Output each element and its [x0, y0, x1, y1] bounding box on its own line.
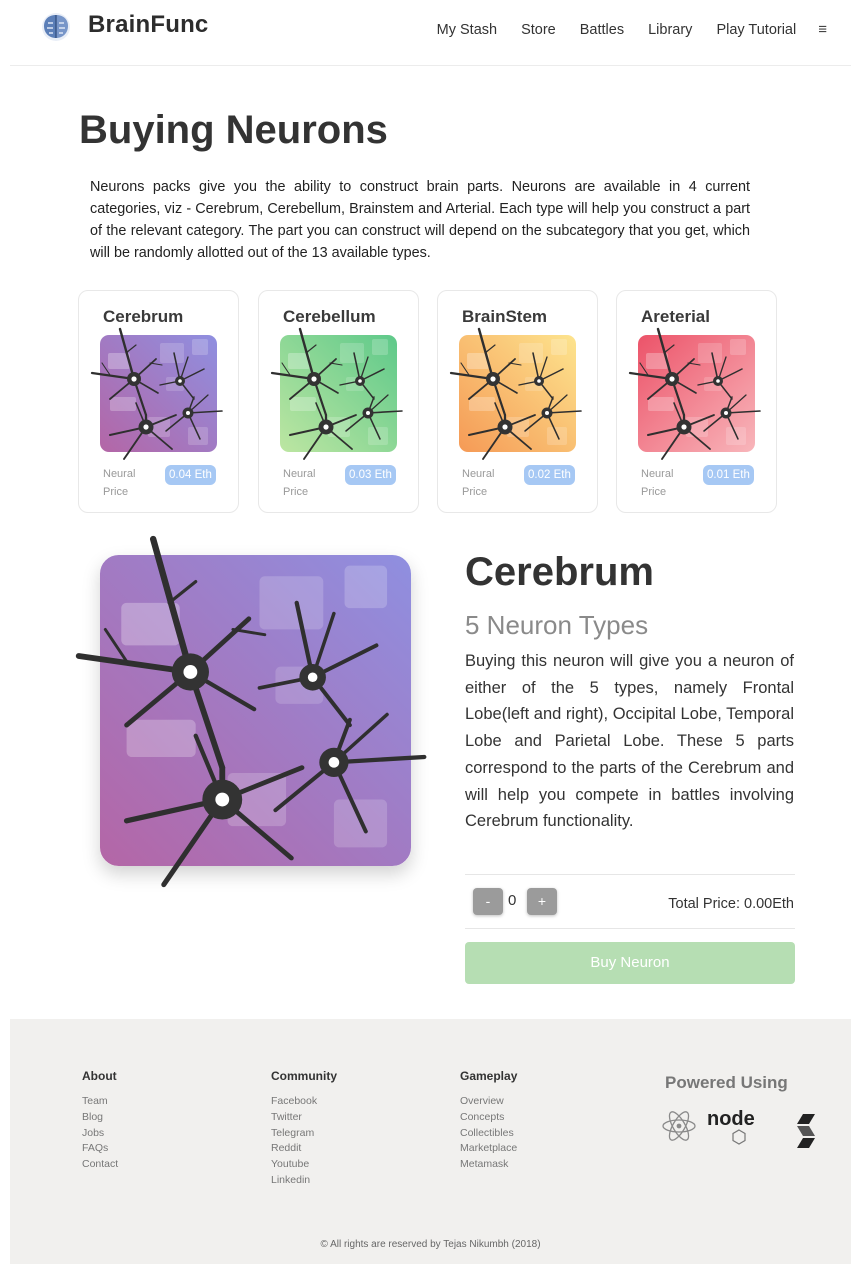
- solidity-icon: [797, 1114, 815, 1148]
- nav-play-tutorial[interactable]: Play Tutorial: [716, 22, 796, 38]
- neuron-image: [270, 327, 404, 461]
- detail-description: Buying this neuron will give you a neuro…: [465, 652, 794, 831]
- divider: [465, 928, 795, 929]
- neural-price-label: Neural Price: [103, 468, 136, 498]
- page-title: Buying Neurons: [79, 108, 388, 152]
- price-badge: 0.03 Eth: [345, 465, 396, 485]
- card-title: Cerebellum: [283, 307, 376, 326]
- top-navbar: BrainFunc My Stash Store Battles Library…: [10, 0, 851, 66]
- footer-link-metamask[interactable]: Metamask: [460, 1157, 517, 1173]
- footer-link-overview[interactable]: Overview: [460, 1094, 517, 1110]
- neuron-image: [449, 327, 583, 461]
- nav-battles[interactable]: Battles: [580, 22, 624, 38]
- neural-price-label: Neural Price: [283, 468, 316, 498]
- intro-paragraph: Neurons packs give you the ability to co…: [90, 179, 750, 261]
- footer-heading: Community: [271, 1069, 337, 1083]
- footer-link-marketplace[interactable]: Marketplace: [460, 1141, 517, 1157]
- quantity-value: 0: [508, 892, 517, 909]
- hamburger-menu-icon[interactable]: ≡: [818, 21, 827, 38]
- card-title: Areterial: [641, 307, 710, 326]
- card-title: BrainStem: [462, 307, 548, 326]
- neuron-card-brainstem[interactable]: BrainStem Neural Price 0.02 Eth: [437, 290, 598, 513]
- footer-link-jobs[interactable]: Jobs: [82, 1126, 118, 1142]
- brand-name[interactable]: BrainFunc: [88, 11, 208, 39]
- buy-neuron-button[interactable]: Buy Neuron: [465, 942, 795, 984]
- footer: About Team Blog Jobs FAQs Contact Commun…: [10, 1019, 851, 1264]
- neural-price-label: Neural Price: [462, 468, 495, 498]
- nav-store[interactable]: Store: [521, 22, 556, 38]
- decrement-button[interactable]: -: [473, 888, 503, 915]
- footer-link-youtube[interactable]: Youtube: [271, 1157, 337, 1173]
- footer-link-concepts[interactable]: Concepts: [460, 1110, 517, 1126]
- footer-link-reddit[interactable]: Reddit: [271, 1141, 337, 1157]
- footer-link-telegram[interactable]: Telegram: [271, 1126, 337, 1142]
- footer-link-twitter[interactable]: Twitter: [271, 1110, 337, 1126]
- footer-link-collectibles[interactable]: Collectibles: [460, 1126, 517, 1142]
- footer-link-faqs[interactable]: FAQs: [82, 1141, 118, 1157]
- tech-stack-logos: node: [662, 1108, 815, 1148]
- footer-heading: About: [82, 1069, 117, 1083]
- footer-column-gameplay: Gameplay Overview Concepts Collectibles …: [460, 1069, 517, 1173]
- total-price: Total Price: 0.00Eth: [668, 896, 794, 912]
- increment-button[interactable]: +: [527, 888, 557, 915]
- nav-my-stash[interactable]: My Stash: [437, 22, 497, 38]
- brain-icon[interactable]: [40, 11, 72, 43]
- price-badge: 0.01 Eth: [703, 465, 754, 485]
- main-nav: My Stash Store Battles Library Play Tuto…: [413, 21, 827, 38]
- footer-link-blog[interactable]: Blog: [82, 1110, 118, 1126]
- price-badge: 0.02 Eth: [524, 465, 575, 485]
- footer-column-about: About Team Blog Jobs FAQs Contact: [82, 1069, 118, 1173]
- svg-text:node: node: [707, 1108, 755, 1130]
- neuron-image: [90, 327, 224, 461]
- neuron-types-subtitle: 5 Neuron Types: [465, 610, 649, 640]
- neuron-image: [628, 327, 762, 461]
- footer-link-contact[interactable]: Contact: [82, 1157, 118, 1173]
- powered-using-title: Powered Using: [665, 1073, 788, 1092]
- footer-heading: Gameplay: [460, 1069, 518, 1083]
- nodejs-icon: node: [707, 1108, 755, 1145]
- neuron-card-cerebellum[interactable]: Cerebellum Neural Price 0.03 Eth: [258, 290, 419, 513]
- footer-link-team[interactable]: Team: [82, 1094, 118, 1110]
- card-title: Cerebrum: [103, 307, 184, 326]
- footer-link-linkedin[interactable]: Linkedin: [271, 1173, 337, 1189]
- copyright-text: © All rights are reserved by Tejas Nikum…: [320, 1239, 541, 1250]
- detail-title: Cerebrum: [465, 550, 654, 594]
- selected-neuron-image: [100, 555, 411, 866]
- neural-price-label: Neural Price: [641, 468, 674, 498]
- divider: [465, 874, 795, 875]
- react-icon: [662, 1111, 696, 1141]
- neuron-card-cerebrum[interactable]: Cerebrum Neural Price 0.04 Eth: [78, 290, 239, 513]
- footer-link-facebook[interactable]: Facebook: [271, 1094, 337, 1110]
- footer-column-community: Community Facebook Twitter Telegram Redd…: [271, 1069, 337, 1189]
- price-badge: 0.04 Eth: [165, 465, 216, 485]
- neuron-card-areterial[interactable]: Areterial Neural Price 0.01 Eth: [616, 290, 777, 513]
- nav-library[interactable]: Library: [648, 22, 692, 38]
